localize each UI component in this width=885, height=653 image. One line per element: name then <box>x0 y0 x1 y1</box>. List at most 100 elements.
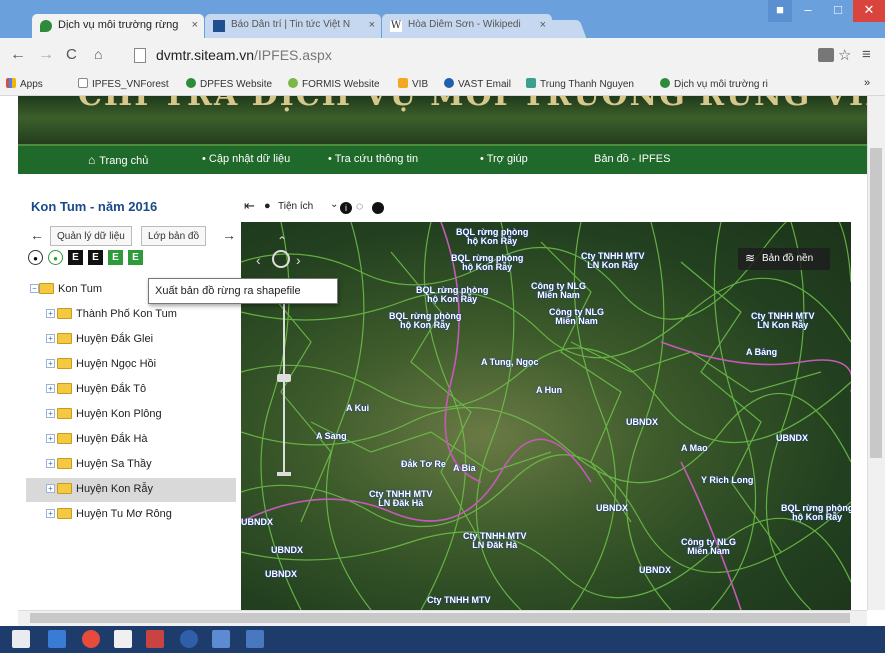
new-tab-button[interactable] <box>545 20 587 38</box>
pan-left-icon[interactable]: ‹ <box>256 252 261 268</box>
translate-icon[interactable] <box>818 48 834 62</box>
collapse-icon[interactable]: − <box>30 284 39 293</box>
bookmark-dpfes-website[interactable]: DPFES Website <box>186 78 272 90</box>
expand-icon[interactable]: + <box>46 359 55 368</box>
arrow-left-icon[interactable]: ← <box>30 227 44 243</box>
expand-icon[interactable]: + <box>46 309 55 318</box>
export-green-icon[interactable]: E <box>128 250 143 265</box>
layers-icon: ≋ <box>745 251 756 265</box>
dantri-favicon-icon <box>213 20 225 32</box>
horizontal-scrollbar-thumb[interactable] <box>30 613 850 623</box>
menu-icon[interactable]: ≡ <box>862 46 871 63</box>
bookmark-trung-thanh-nguyen[interactable]: Trung Thanh Nguyen <box>526 78 634 90</box>
map-label: BQL rừng phòng hộ Kon Rẫy <box>451 253 524 272</box>
windows-start-icon[interactable] <box>12 630 30 648</box>
chevron-down-icon[interactable]: ⌄ <box>330 199 338 210</box>
tab-wikipedia[interactable]: W Hòa Diêm Sơn - Wikipedi × <box>382 14 552 38</box>
expand-icon[interactable]: + <box>46 459 55 468</box>
map-label: Công ty NLG Miền Nam <box>681 537 736 556</box>
app-icon[interactable] <box>180 630 198 648</box>
forward-arrow-icon[interactable]: → <box>38 46 54 64</box>
tab-data-management[interactable]: Quản lý dữ liệu <box>50 226 132 246</box>
tree-item[interactable]: + Huyện Kon Plông <box>26 403 236 427</box>
expand-icon[interactable]: + <box>46 509 55 518</box>
export-black-icon[interactable]: E <box>88 250 103 265</box>
map-label: UBNDX <box>241 517 274 527</box>
vertical-scrollbar-thumb[interactable] <box>870 148 882 458</box>
zoom-slider-handle[interactable] <box>277 374 291 382</box>
expand-icon[interactable]: + <box>46 409 55 418</box>
tab-close-icon[interactable]: × <box>540 19 546 31</box>
minimize-button[interactable]: – <box>793 0 823 22</box>
collapse-panel-icon[interactable]: ⇤ <box>244 198 255 214</box>
tab-close-icon[interactable]: × <box>192 19 198 31</box>
apps-grid-icon <box>6 78 16 88</box>
app-icon[interactable] <box>212 630 230 648</box>
tab-close-icon[interactable]: × <box>369 19 375 31</box>
location-pin-icon: ● <box>264 200 271 212</box>
reload-icon[interactable]: C <box>66 46 77 63</box>
lasso-icon[interactable]: ◌ <box>356 199 363 213</box>
utilities-menu[interactable]: Tiện ích <box>278 201 313 212</box>
close-window-button[interactable]: ✕ <box>853 0 885 22</box>
app-icon[interactable] <box>146 630 164 648</box>
pan-control[interactable]: ⌃ ‹ › <box>256 234 302 280</box>
ie-icon[interactable] <box>48 630 66 648</box>
globe-icon[interactable] <box>372 202 384 214</box>
tree-label: Huyện Sa Thầy <box>76 458 152 470</box>
bookmark-star-icon[interactable]: ☆ <box>838 46 851 64</box>
tree-item[interactable]: + Thành Phố Kon Tum <box>26 303 236 327</box>
tree-item[interactable]: + Huyện Đắk Tô <box>26 378 236 402</box>
pan-center-icon[interactable] <box>272 250 290 268</box>
tree-item-selected[interactable]: + Huyện Kon Rẫy <box>26 478 236 502</box>
bookmark-ipfes-vnforest[interactable]: IPFES_VNForest <box>78 78 169 90</box>
app-icon[interactable] <box>246 630 264 648</box>
tree-item[interactable]: + Huyện Đắk Glei <box>26 328 236 352</box>
tab-bao-dan-tri[interactable]: Báo Dân trí | Tin tức Việt N × <box>205 14 381 38</box>
arrow-right-icon[interactable]: → <box>222 227 236 243</box>
expand-icon[interactable]: + <box>46 384 55 393</box>
nav-help[interactable]: • Trợ giúp <box>480 153 528 165</box>
map-label: Y Rich Long <box>701 475 754 485</box>
bookmark-dich-vu-moi-truong[interactable]: Dịch vụ môi trường ri <box>660 78 768 90</box>
chrome-icon[interactable] <box>82 630 100 648</box>
user-profile-icon[interactable]: ■ <box>768 0 792 22</box>
zoom-slider[interactable] <box>283 300 285 475</box>
folder-icon <box>57 508 72 519</box>
expand-icon[interactable]: + <box>46 434 55 443</box>
bookmarks-bar: Apps IPFES_VNForest DPFES Website FORMIS… <box>0 72 885 96</box>
info-icon[interactable]: i <box>340 202 352 214</box>
map-label: Đắk Tơ Re <box>401 459 446 469</box>
nav-update-data[interactable]: • Cập nhật dữ liệu <box>202 153 290 165</box>
address-bar[interactable]: dvmtr.siteam.vn/IPFES.aspx <box>130 44 810 68</box>
bookmark-vib[interactable]: VIB <box>398 78 428 90</box>
tree-item[interactable]: + Huyện Sa Thầy <box>26 453 236 477</box>
tab-dich-vu-moi-truong-rung[interactable]: Dịch vụ môi trường rừng × <box>32 14 204 38</box>
export-shapefile-icon[interactable]: E <box>108 250 123 265</box>
basemap-button[interactable]: ≋ Bản đồ nền <box>738 248 830 270</box>
tab-map-layers[interactable]: Lớp bản đồ <box>141 226 207 246</box>
bookmarks-overflow-button[interactable]: » <box>864 77 870 89</box>
nav-map-ipfes[interactable]: Bản đồ - IPFES <box>594 153 670 165</box>
maximize-button[interactable]: □ <box>823 0 853 22</box>
home-icon[interactable]: ⌂ <box>94 46 102 62</box>
bookmark-vast-email[interactable]: VAST Email <box>444 78 511 90</box>
pan-right-icon[interactable]: › <box>296 252 301 268</box>
app-icon[interactable] <box>114 630 132 648</box>
tree-item[interactable]: + Huyện Đắk Hà <box>26 428 236 452</box>
nav-lookup[interactable]: • Tra cứu thông tin <box>328 153 418 165</box>
tree-item[interactable]: + Huyện Tu Mơ Rông <box>26 503 236 527</box>
add-circle-icon[interactable]: ● <box>48 250 63 265</box>
export-black-icon[interactable]: E <box>68 250 83 265</box>
select-radio-icon[interactable]: ● <box>28 250 43 265</box>
bookmark-formis-website[interactable]: FORMIS Website <box>288 78 380 90</box>
expand-icon[interactable]: + <box>46 484 55 493</box>
folder-icon <box>57 308 72 319</box>
tree-item[interactable]: + Huyện Ngọc Hồi <box>26 353 236 377</box>
bookmark-apps[interactable]: Apps <box>6 78 43 90</box>
map-label: Cty TNHH MTV LN Kon Rẫy <box>581 251 645 270</box>
expand-icon[interactable]: + <box>46 334 55 343</box>
back-arrow-icon[interactable]: ← <box>10 46 26 64</box>
nav-home[interactable]: ⌂ Trang chủ <box>88 153 148 167</box>
pan-up-icon[interactable]: ⌃ <box>277 234 287 248</box>
